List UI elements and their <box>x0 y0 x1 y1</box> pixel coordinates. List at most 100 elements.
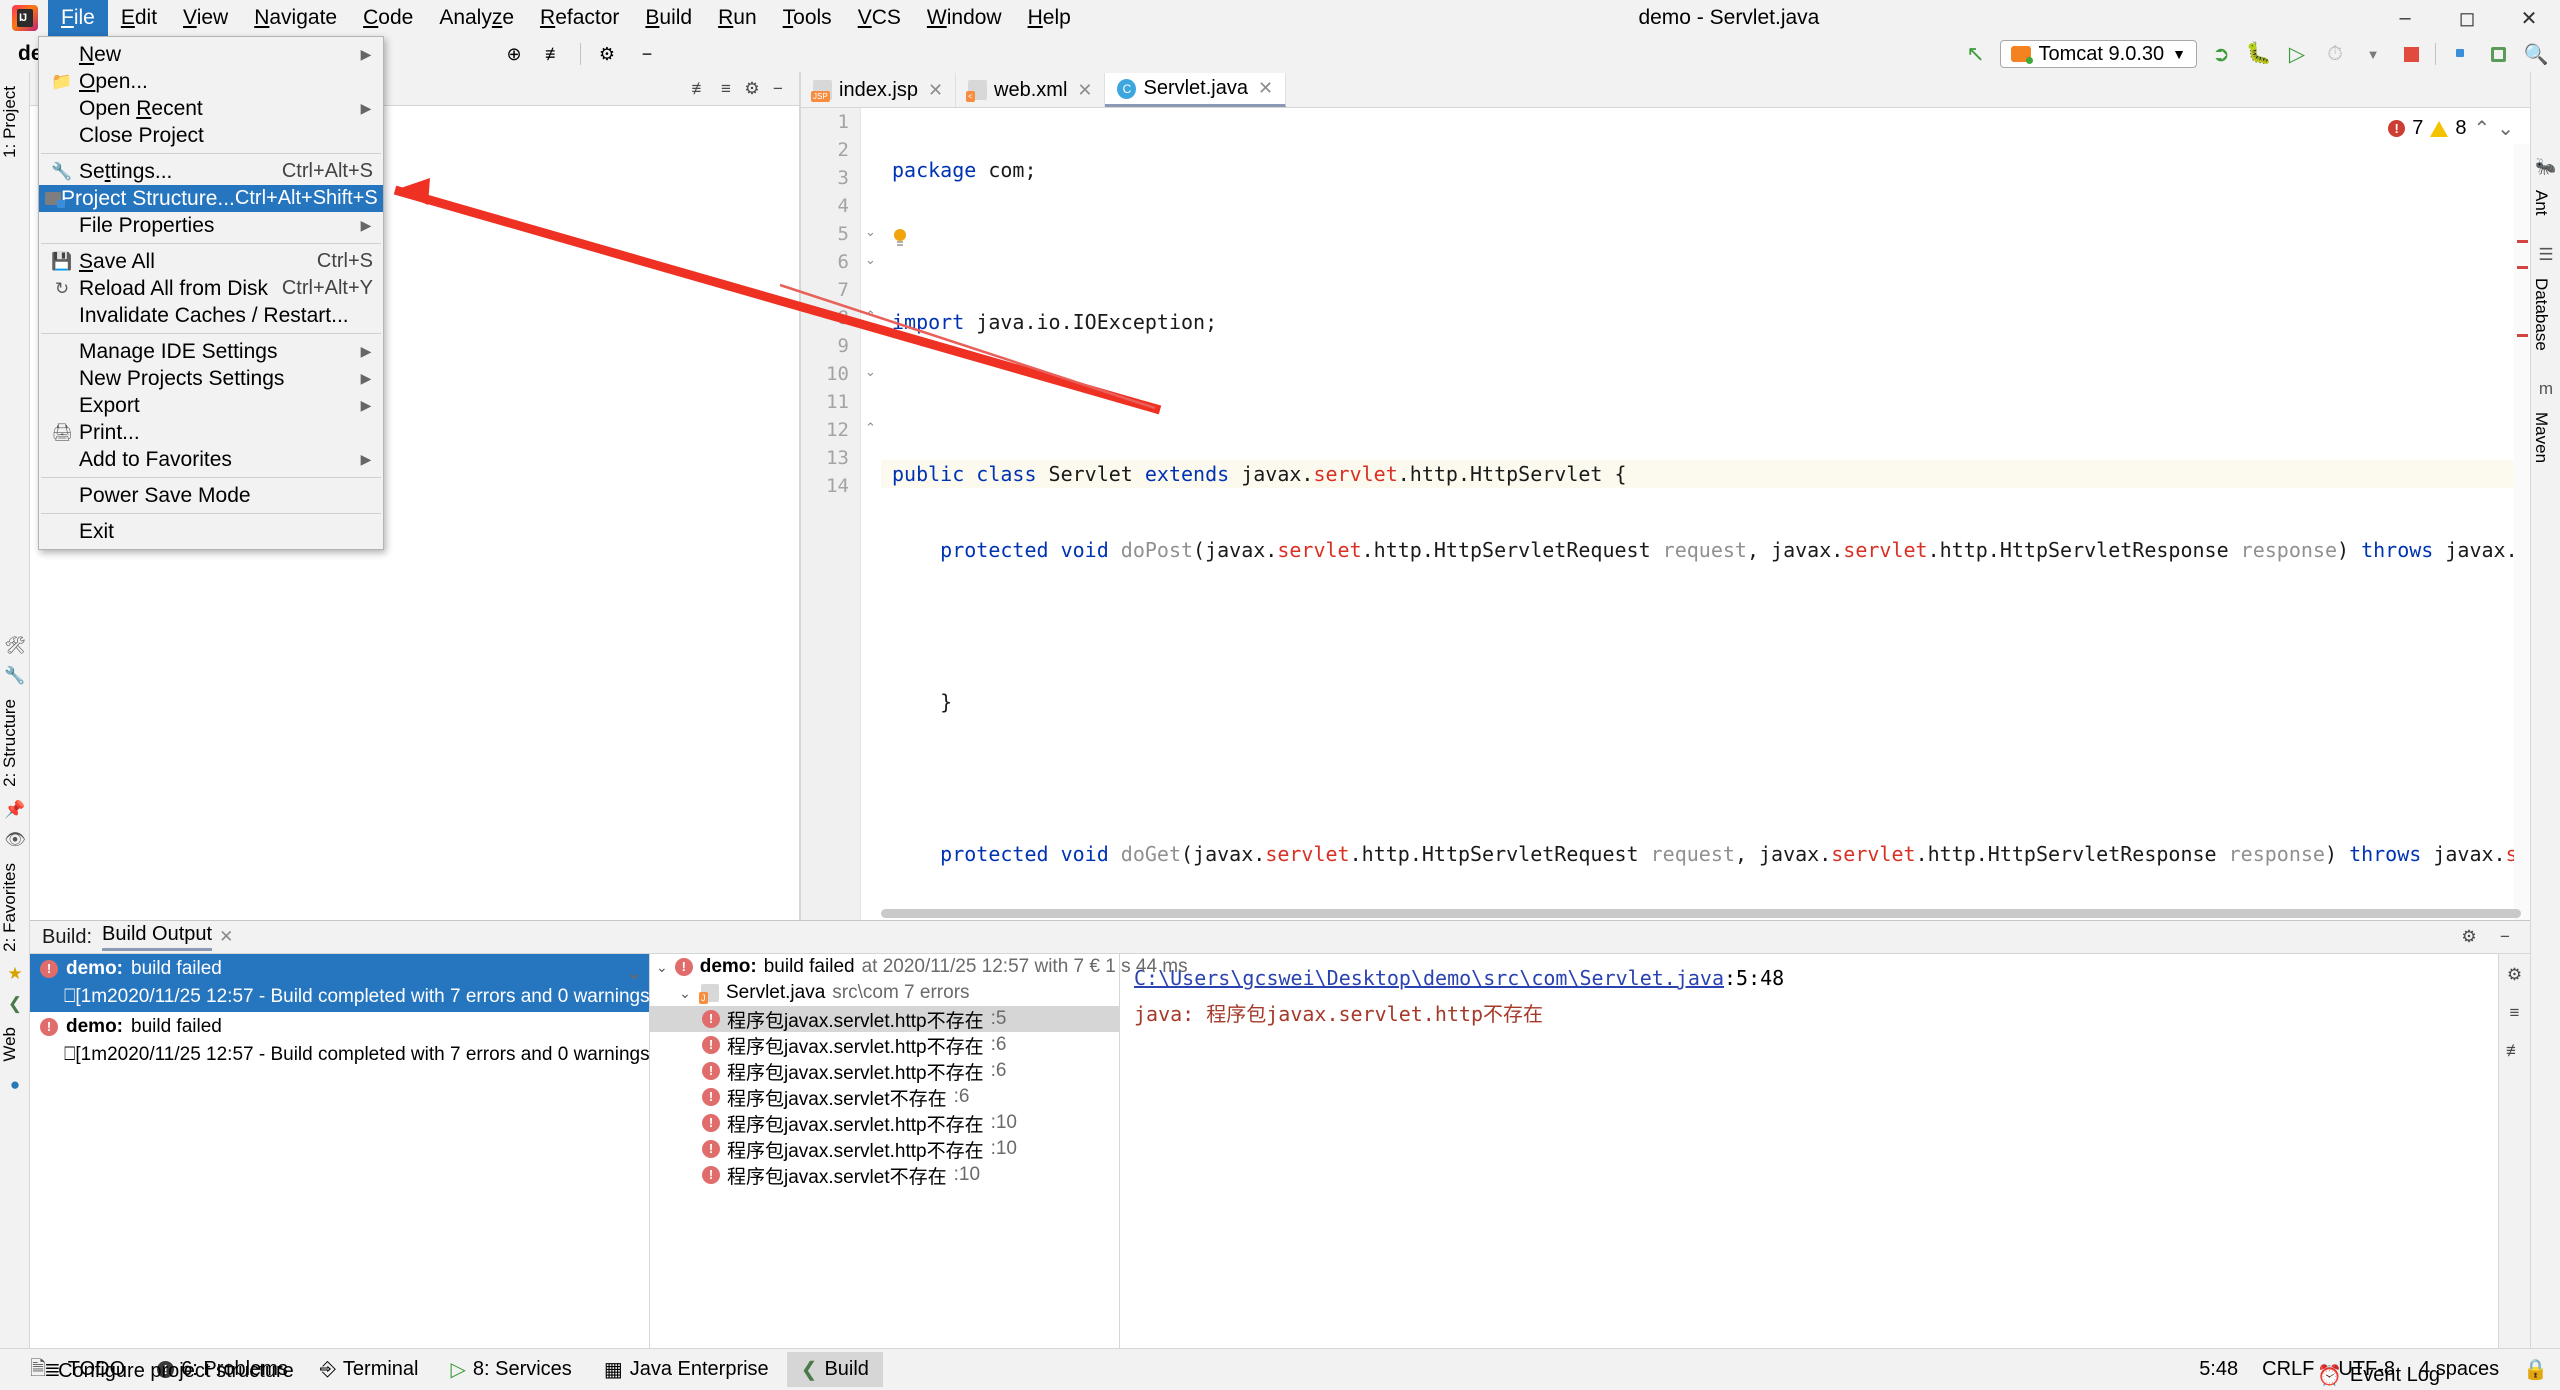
build-tree-error[interactable]: ! 程序包javax.servlet.http不存在 :10 <box>650 1136 1119 1162</box>
settings-gear-icon[interactable]: ⚙ <box>593 40 621 68</box>
close-icon[interactable]: ✕ <box>1077 80 1092 101</box>
line-separator[interactable]: CRLF <box>2262 1358 2314 1381</box>
tool-button-terminal[interactable]: ⎆ Terminal <box>306 1353 433 1386</box>
star-icon[interactable]: ★ <box>0 959 30 989</box>
menu-vcs[interactable]: VCS <box>845 0 914 36</box>
chevron-down-icon[interactable]: ▼ <box>2359 40 2387 68</box>
error-stripe-rail[interactable] <box>2514 144 2530 920</box>
file-menu-popup[interactable]: New ▶ 📁 Open... Open Recent ▶ Close Proj… <box>38 36 384 550</box>
search-everywhere-icon[interactable]: 🔍 <box>2522 40 2550 68</box>
menu-item-project-structure[interactable]: Project Structure... Ctrl+Alt+Shift+S <box>39 185 383 212</box>
menu-item-manage-ide-settings[interactable]: Manage IDE Settings ▶ <box>39 338 383 365</box>
expand-all-icon[interactable]: ≡ <box>2502 1000 2528 1026</box>
code-folding-column[interactable]: ⌄ ⌄ ⌃ ⌄ ⌃ <box>861 108 881 920</box>
maximize-button[interactable]: ◻ <box>2436 0 2498 36</box>
chevron-down-icon[interactable]: ⌄ <box>656 959 668 976</box>
tool-button-favorites[interactable]: 2: Favorites <box>0 855 20 960</box>
close-button[interactable]: ✕ <box>2498 0 2560 36</box>
menu-analyze[interactable]: Analyze <box>426 0 527 36</box>
database-icon[interactable]: ☰ <box>2531 240 2560 270</box>
fold-marker[interactable]: ⌄ <box>865 226 877 238</box>
menu-item-print[interactable]: 🖨 Print... <box>39 419 383 446</box>
build-tree-error[interactable]: ! 程序包javax.servlet不存在 :10 <box>650 1162 1119 1188</box>
menu-item-save-all[interactable]: 💾 Save All Ctrl+S <box>39 248 383 275</box>
tab-servlet-java[interactable]: Servlet.java ✕ <box>1105 73 1286 107</box>
build-hammer-icon[interactable]: 🛠 <box>0 631 30 661</box>
build-tree-error[interactable]: ! 程序包javax.servlet.http不存在 :10 <box>650 1110 1119 1136</box>
run-icon[interactable]: ➲ <box>2207 40 2235 68</box>
code-viewport[interactable]: 1 2 3 4 5 6 7 8 9 10 11 12 13 14 ⌄ ⌄ ⌃ ⌄… <box>801 108 2530 920</box>
build-error-tree[interactable]: ⌄ ! demo: build failed at 2020/11/25 12:… <box>650 954 1120 1348</box>
tool-button-project[interactable]: 1: Project <box>0 78 20 166</box>
stop-icon[interactable] <box>2397 40 2425 68</box>
build-output-item[interactable]: ! demo: build failed <box>30 954 649 984</box>
error-stripe-mark[interactable] <box>2517 240 2528 243</box>
fold-marker[interactable]: ⌄ <box>865 254 877 266</box>
menu-item-open-recent[interactable]: Open Recent ▶ <box>39 95 383 122</box>
menu-item-invalidate-caches[interactable]: Invalidate Caches / Restart... <box>39 302 383 329</box>
inspection-widget[interactable]: ! 7 8 ⌃ ⌄ <box>2388 116 2514 141</box>
menu-item-file-properties[interactable]: File Properties ▶ <box>39 212 383 239</box>
menu-item-new-projects-settings[interactable]: New Projects Settings ▶ <box>39 365 383 392</box>
menu-item-settings[interactable]: 🔧 Settings... Ctrl+Alt+S <box>39 158 383 185</box>
lock-icon[interactable]: 🔒 <box>2523 1357 2548 1382</box>
tab-web-xml[interactable]: < web.xml ✕ <box>956 73 1105 107</box>
expand-selected-icon[interactable]: ≡ <box>713 76 739 102</box>
menu-navigate[interactable]: Navigate <box>241 0 350 36</box>
close-icon[interactable]: ✕ <box>219 927 233 947</box>
hide-icon[interactable]: − <box>765 76 791 102</box>
menu-tools[interactable]: Tools <box>770 0 845 36</box>
error-stripe-mark[interactable] <box>2517 266 2528 269</box>
select-opened-file-icon[interactable] <box>2484 40 2512 68</box>
hide-icon[interactable]: − <box>2492 924 2518 950</box>
collapse-all-icon[interactable]: ≢ <box>687 76 713 102</box>
tool-button-services[interactable]: ▷ 8: Services <box>436 1352 585 1387</box>
collapse-all-icon[interactable]: ≢ <box>2502 1038 2528 1064</box>
close-icon[interactable]: ✕ <box>1258 78 1273 99</box>
tool-button-structure[interactable]: 2: Structure <box>0 691 20 795</box>
menu-item-new[interactable]: New ▶ <box>39 41 383 68</box>
code-content[interactable]: package com; import java.io.IOException;… <box>881 108 2530 920</box>
settings-gear-icon[interactable]: ⚙ <box>2502 962 2528 988</box>
settings-gear-icon[interactable]: ⚙ <box>2456 924 2482 950</box>
build-tree-file[interactable]: ⌄ J Servlet.java src\com 7 errors <box>650 980 1119 1006</box>
fold-marker[interactable]: ⌃ <box>865 422 877 434</box>
chevron-down-icon[interactable]: ⌄ <box>676 985 694 1002</box>
run-with-coverage-icon[interactable]: ▷ <box>2283 40 2311 68</box>
build-tree-root[interactable]: ⌄ ! demo: build failed at 2020/11/25 12:… <box>650 954 1119 980</box>
menu-edit[interactable]: Edit <box>108 0 170 36</box>
tab-index-jsp[interactable]: JSP index.jsp ✕ <box>801 73 956 107</box>
menu-item-power-save-mode[interactable]: Power Save Mode <box>39 482 383 509</box>
maven-icon[interactable]: m <box>2531 374 2560 404</box>
minimize-button[interactable]: – <box>2374 0 2436 36</box>
pin-icon[interactable]: 📌 <box>0 795 30 825</box>
chevron-down-icon[interactable]: ⌄ <box>625 960 643 985</box>
event-log-button[interactable]: ⏰ Event Log <box>2317 1363 2440 1388</box>
tool-button-web[interactable]: Web <box>0 1019 20 1070</box>
build-output-tab[interactable]: Build Output ✕ <box>102 923 233 951</box>
menu-help[interactable]: Help <box>1015 0 1084 36</box>
caret-position[interactable]: 5:48 <box>2199 1358 2238 1381</box>
horizontal-scrollbar[interactable] <box>881 906 2514 920</box>
build-tree-error[interactable]: ! 程序包javax.servlet不存在 :6 <box>650 1084 1119 1110</box>
menu-view[interactable]: View <box>170 0 241 36</box>
close-icon[interactable]: ✕ <box>928 80 943 101</box>
tool-button-database[interactable]: Database <box>2531 270 2551 359</box>
prev-problem-icon[interactable]: ⌃ <box>2473 116 2490 141</box>
wrench-icon[interactable]: 🔧 <box>0 661 30 691</box>
intention-bulb-icon[interactable] <box>893 229 907 247</box>
build-tree-error[interactable]: ! 程序包javax.servlet.http不存在 :6 <box>650 1058 1119 1084</box>
menu-item-export[interactable]: Export ▶ <box>39 392 383 419</box>
profile-icon[interactable]: ⏱ <box>2321 40 2349 68</box>
tool-button-java-enterprise[interactable]: ▦ Java Enterprise <box>590 1352 783 1387</box>
build-tree-error[interactable]: ! 程序包javax.servlet.http不存在 :5 <box>650 1006 1119 1032</box>
project-structure-icon[interactable] <box>2446 40 2474 68</box>
menu-run[interactable]: Run <box>705 0 770 36</box>
menu-item-add-to-favorites[interactable]: Add to Favorites ▶ <box>39 446 383 473</box>
build-icon[interactable]: ❮ <box>0 989 30 1019</box>
eye-icon[interactable]: 👁 <box>0 825 30 855</box>
menu-item-reload-all-from-disk[interactable]: ↻ Reload All from Disk Ctrl+Alt+Y <box>39 275 383 302</box>
menu-file[interactable]: FFileile <box>48 0 108 36</box>
menu-item-open[interactable]: 📁 Open... <box>39 68 383 95</box>
next-problem-icon[interactable]: ⌄ <box>2497 116 2514 141</box>
